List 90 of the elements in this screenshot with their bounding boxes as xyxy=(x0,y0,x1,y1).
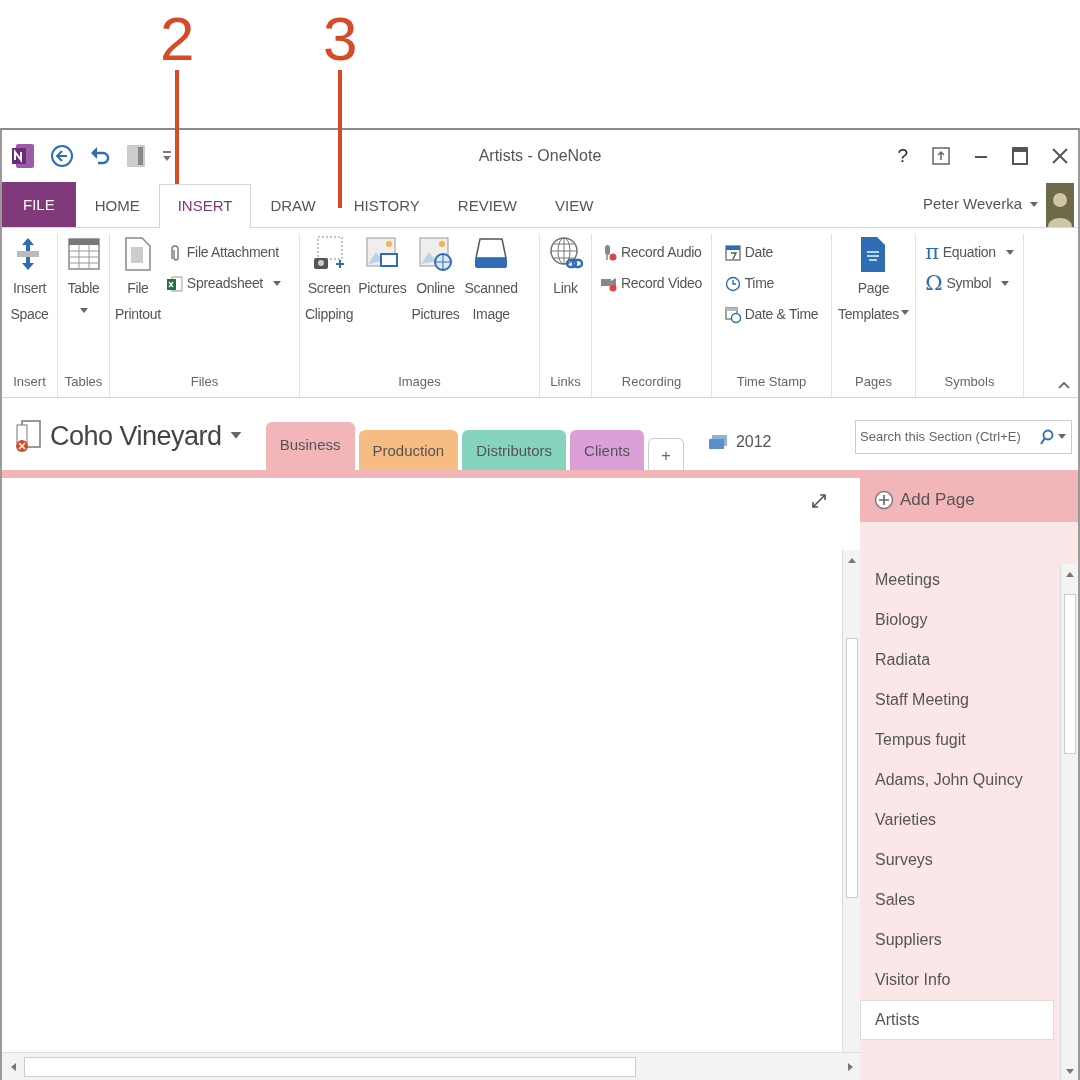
page-item[interactable]: Tempus fugit xyxy=(860,720,1054,760)
ribbon-command[interactable]: Page Templates xyxy=(835,234,912,372)
close-icon[interactable] xyxy=(1052,148,1068,164)
ribbon-command[interactable]: Scanned Image xyxy=(462,234,520,372)
ribbon-command[interactable]: Insert Space xyxy=(8,234,51,372)
help-button[interactable]: ? xyxy=(897,141,908,171)
page-item[interactable]: Radiata xyxy=(860,640,1054,680)
vertical-scrollbar[interactable] xyxy=(842,550,860,1052)
window-title: Artists - OneNote xyxy=(478,146,602,166)
page-item[interactable]: Biology xyxy=(860,600,1054,640)
plus-circle-icon xyxy=(874,490,894,510)
scrollbar-thumb[interactable] xyxy=(1063,594,1076,754)
caret-icon xyxy=(1030,201,1038,208)
undo-icon[interactable] xyxy=(90,145,110,167)
ribbon-tab[interactable]: REVIEW xyxy=(438,184,537,227)
section-tab[interactable]: Production xyxy=(358,429,459,470)
group-label: Files xyxy=(189,372,220,391)
page-item[interactable]: Visitor Info xyxy=(860,960,1054,1000)
calendar-icon xyxy=(724,244,741,261)
callout-number: 3 xyxy=(323,8,358,70)
ribbon-command[interactable]: Date & Time xyxy=(721,302,822,327)
section-tab[interactable]: Clients xyxy=(570,429,644,470)
ribbon-tab[interactable]: INSERT xyxy=(158,184,252,228)
ribbon-command[interactable]: Time xyxy=(721,271,822,296)
horizontal-scrollbar[interactable] xyxy=(2,1052,860,1080)
page-item[interactable]: Meetings xyxy=(860,560,1054,600)
ribbon-command[interactable]: Online Pictures xyxy=(409,234,462,372)
ribbon-tab[interactable]: VIEW xyxy=(536,184,613,227)
add-page-button[interactable]: Add Page xyxy=(860,478,1078,522)
ribbon-command[interactable]: Date xyxy=(721,240,822,265)
customize-icon[interactable] xyxy=(162,150,172,162)
ribbon-command[interactable]: Record Video xyxy=(598,271,705,296)
maximize-icon[interactable] xyxy=(1012,147,1028,165)
clock-icon xyxy=(724,275,741,292)
expand-icon[interactable] xyxy=(812,494,826,508)
notebook-button[interactable]: Coho Vineyard xyxy=(14,415,242,456)
ribbon-command[interactable]: Record Audio xyxy=(598,240,705,265)
ribbon-command[interactable]: Table xyxy=(64,234,103,372)
ribbon-tab[interactable]: HISTORY xyxy=(334,184,439,227)
ribbon-tab[interactable]: DRAW xyxy=(251,184,335,227)
account-button[interactable]: Peter Weverka xyxy=(923,193,1038,216)
spreadsheet-icon xyxy=(166,275,183,292)
vertical-scrollbar[interactable] xyxy=(1060,564,1078,1080)
group-label: Tables xyxy=(63,372,104,391)
section-tab[interactable]: Distributors xyxy=(462,429,567,470)
dock-icon[interactable] xyxy=(126,144,146,168)
ribbon-command[interactable]: Screen Clipping xyxy=(303,234,356,372)
video-camera-icon xyxy=(601,275,617,292)
ribbon-command[interactable]: Link xyxy=(546,234,585,372)
ribbon-command[interactable]: File Attachment xyxy=(163,240,284,265)
camera-icon xyxy=(312,236,347,272)
ribbon-command[interactable]: Pictures xyxy=(356,234,409,372)
group-label: Symbols xyxy=(943,372,996,391)
group-label: Time Stamp xyxy=(735,372,808,391)
page-item[interactable]: Artists xyxy=(860,1000,1054,1040)
page-item[interactable]: Surveys xyxy=(860,840,1054,880)
notebook-icon xyxy=(14,418,42,453)
back-icon[interactable] xyxy=(50,144,74,168)
picture-globe-icon xyxy=(418,236,453,272)
callout-number: 2 xyxy=(160,8,195,70)
ribbon-tab[interactable]: FILE xyxy=(2,182,76,227)
table-icon xyxy=(66,236,101,272)
group-label: Images xyxy=(397,372,442,391)
group-label: Pages xyxy=(854,372,893,391)
ribbon-tab[interactable]: HOME xyxy=(75,184,159,227)
ribbon-command[interactable]: π Equation xyxy=(922,240,1017,265)
scrollbar-thumb[interactable] xyxy=(24,1056,636,1077)
page-item[interactable]: Varieties xyxy=(860,800,1054,840)
section-group-button[interactable]: 2012 xyxy=(707,430,772,454)
notebook-app-icon[interactable] xyxy=(12,143,34,169)
avatar-icon xyxy=(1046,182,1074,227)
page-item[interactable]: Sales xyxy=(860,880,1054,920)
calendar-clock-icon xyxy=(724,306,741,323)
ribbon-command[interactable]: Spreadsheet xyxy=(163,271,284,296)
scrollbar-thumb[interactable] xyxy=(845,638,858,898)
ribbon-command[interactable]: Ω Symbol xyxy=(922,271,1017,296)
ribbon-command[interactable]: File Printout xyxy=(113,234,163,372)
collapse-icon[interactable] xyxy=(1058,381,1070,389)
page-item[interactable]: Staff Meeting xyxy=(860,680,1054,720)
group-label: Recording xyxy=(620,372,683,391)
group-label: Links xyxy=(549,372,582,391)
section-group-icon xyxy=(707,434,728,450)
page-item[interactable]: Adams, John Quincy xyxy=(860,760,1054,800)
page-item[interactable]: Suppliers xyxy=(860,920,1054,960)
group-label: Insert xyxy=(12,372,47,391)
scroll-down-icon[interactable] xyxy=(1064,1066,1075,1076)
caret-icon xyxy=(229,431,242,440)
add-section-tab[interactable]: + xyxy=(647,437,684,470)
full-screen-icon[interactable] xyxy=(932,147,950,165)
section-tab[interactable]: Business xyxy=(265,421,355,470)
